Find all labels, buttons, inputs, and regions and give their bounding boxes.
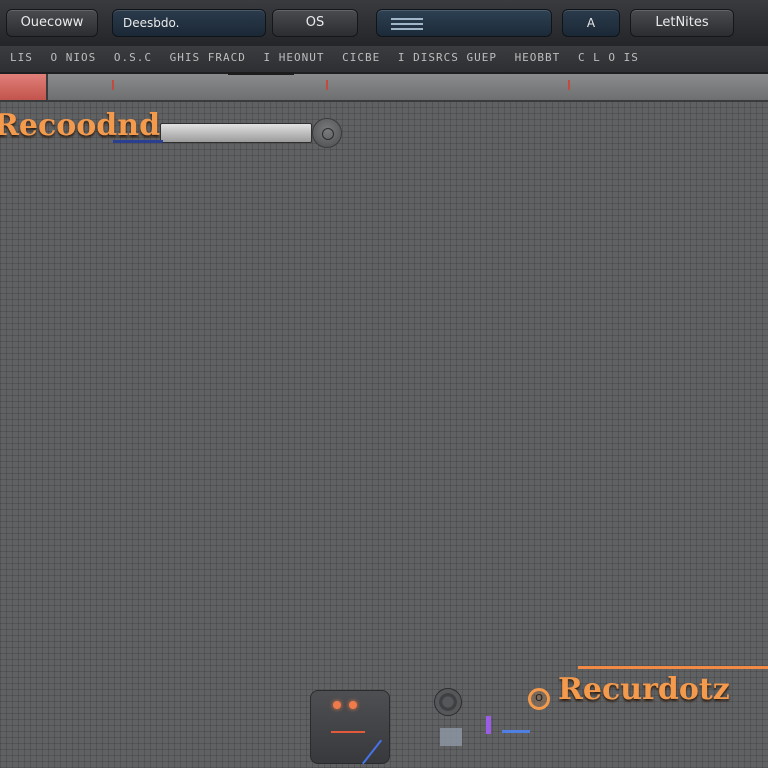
bottom-record-title: Recurdotz	[558, 672, 730, 707]
level-meter[interactable]	[376, 9, 552, 37]
ruler-segment: I HEONUT	[263, 51, 325, 64]
ruler-strip: LIS O NIOS O.S.C GHIS FRACD I HEONUT CIC…	[0, 46, 768, 74]
top-toolbar: Ouecoww Deesbdo. OS A LetNites	[0, 0, 768, 47]
device-blue-cable	[361, 739, 383, 765]
playhead-marker[interactable]	[228, 72, 294, 75]
ruler-segment: GHIS FRACD	[169, 51, 246, 64]
orange-divider	[578, 666, 768, 669]
ruler-segment: LIS	[10, 51, 33, 64]
ruler-segment: C L O IS	[577, 51, 639, 64]
ruler-tick	[568, 80, 570, 90]
toolbar-button-1[interactable]: Ouecoww	[6, 9, 98, 37]
ruler-segment: I DISRCS GUEP	[397, 51, 497, 64]
slider-fill	[113, 140, 163, 143]
ruler-segment: CICBE	[342, 51, 381, 64]
ruler-segment: HEOBBT	[514, 51, 561, 64]
record-track-indicator[interactable]	[0, 74, 48, 100]
toolbar-field[interactable]: Deesbdo.	[112, 9, 266, 37]
led-indicator-icon	[333, 701, 341, 709]
record-title: Recoodnd	[0, 108, 161, 143]
ruler-tick	[326, 80, 328, 90]
meter-lines-icon	[391, 18, 423, 33]
blue-marker	[502, 730, 530, 733]
bottom-device-panel[interactable]	[310, 690, 390, 765]
record-level-slider[interactable]	[113, 123, 312, 143]
notes-button[interactable]: LetNites	[630, 9, 734, 37]
bottom-block	[440, 728, 462, 746]
os-button[interactable]: OS	[272, 9, 358, 37]
track-header-strip[interactable]	[0, 72, 768, 102]
record-knob[interactable]	[312, 118, 342, 148]
a-button[interactable]: A	[562, 9, 620, 37]
bottom-knob[interactable]	[434, 688, 462, 716]
violet-marker	[486, 716, 491, 734]
ruler-segment: O NIOS	[50, 51, 97, 64]
ruler-segment: O.S.C	[113, 51, 152, 64]
led-indicator-icon	[349, 701, 357, 709]
record-o-icon[interactable]: O	[528, 688, 550, 710]
ruler-tick	[112, 80, 114, 90]
device-red-line	[331, 731, 365, 733]
